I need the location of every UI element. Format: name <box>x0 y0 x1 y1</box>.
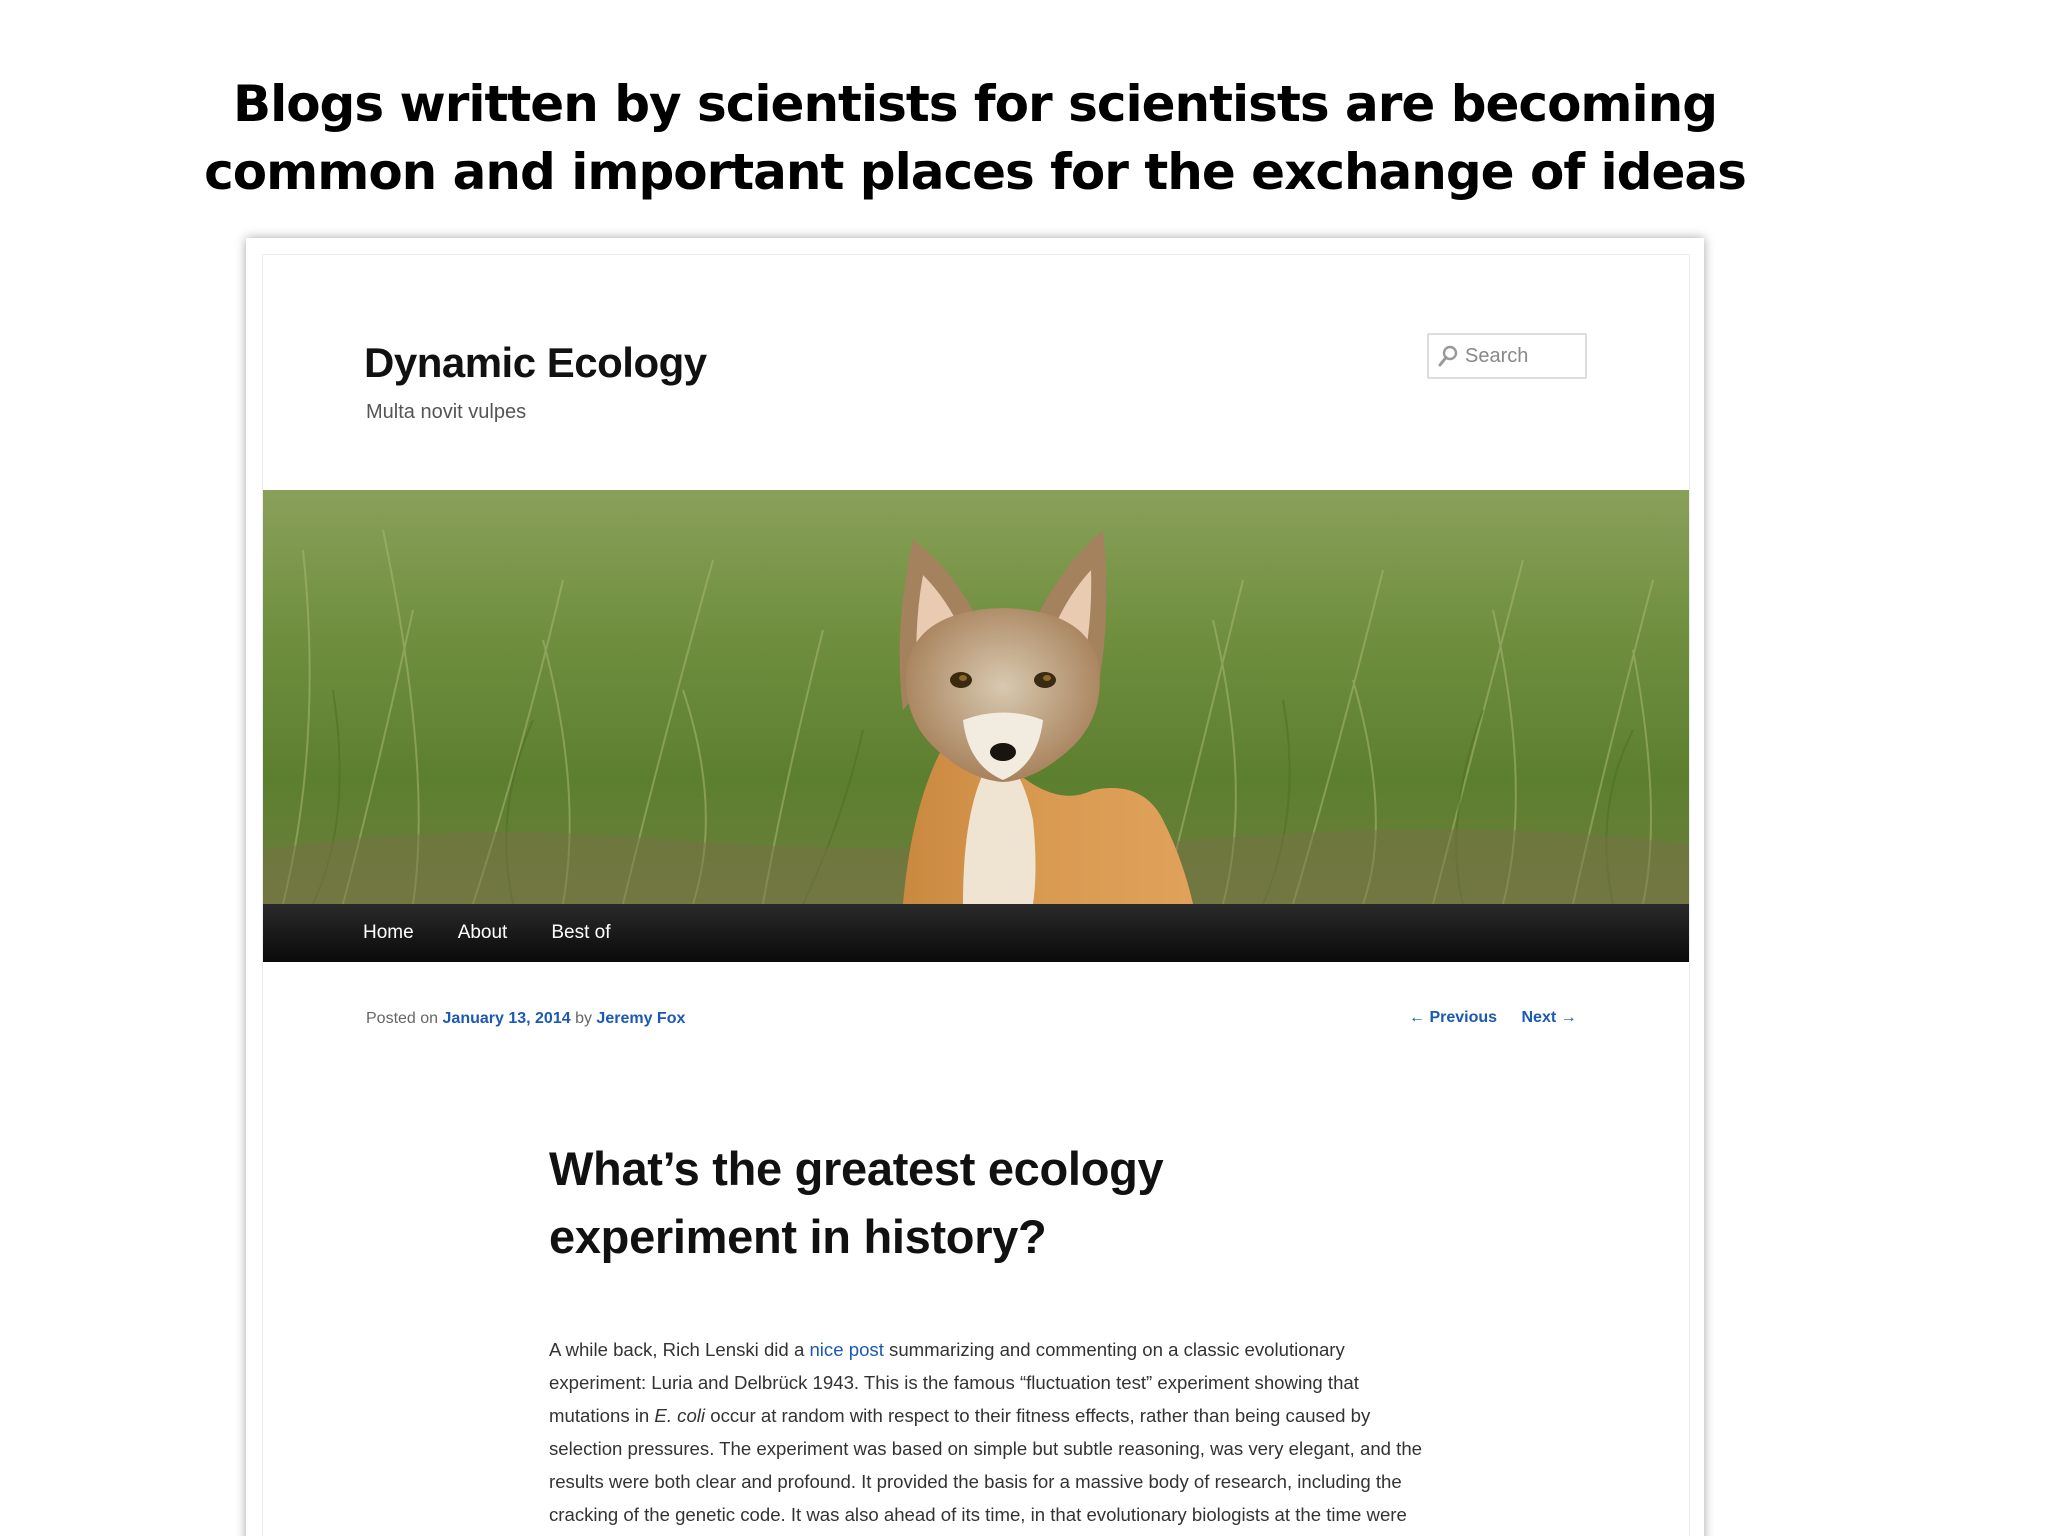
nav-item-about[interactable]: About <box>458 922 508 944</box>
site-tagline: Multa novit vulpes <box>366 401 527 423</box>
next-post-link[interactable]: Next → <box>1521 1009 1576 1026</box>
author-link[interactable]: Jeremy Fox <box>596 1010 685 1027</box>
blog-page: Dynamic Ecology Multa novit vulpes Searc… <box>262 254 1690 1536</box>
post-meta: Posted on January 13, 2014 by Jeremy Fox <box>366 1010 685 1028</box>
post-navigation: ← Previous Next → <box>1409 1009 1577 1027</box>
posted-on-label: Posted on <box>366 1010 439 1027</box>
blog-screenshot: Dynamic Ecology Multa novit vulpes Searc… <box>246 238 1704 1536</box>
header-image <box>263 490 1689 904</box>
slide-title-line-2: common and important places for the exch… <box>204 143 1747 201</box>
site-title[interactable]: Dynamic Ecology <box>364 339 707 387</box>
post-title[interactable]: What’s the greatest ecology experiment i… <box>549 1135 1309 1271</box>
body-text-1: A while back, Rich Lenski did a <box>549 1339 810 1360</box>
main-nav: Home About Best of <box>263 904 1689 962</box>
previous-post-link[interactable]: ← Previous <box>1409 1009 1497 1026</box>
nav-item-best-of[interactable]: Best of <box>551 922 610 944</box>
body-italic-organism: E. coli <box>654 1405 706 1426</box>
post-date-link[interactable]: January 13, 2014 <box>443 1010 571 1027</box>
search-icon <box>1438 345 1458 367</box>
search-input[interactable] <box>1465 344 1575 368</box>
post-body: A while back, Rich Lenski did a nice pos… <box>549 1333 1429 1536</box>
nice-post-link[interactable]: nice post <box>809 1339 883 1360</box>
search-box[interactable] <box>1427 333 1587 379</box>
post-paragraph: A while back, Rich Lenski did a nice pos… <box>549 1333 1429 1536</box>
by-label: by <box>575 1010 592 1027</box>
nav-item-home[interactable]: Home <box>363 922 414 944</box>
slide-title-line-1: Blogs written by scientists for scientis… <box>232 75 1718 133</box>
slide-title: Blogs written by scientists for scientis… <box>0 70 1950 206</box>
